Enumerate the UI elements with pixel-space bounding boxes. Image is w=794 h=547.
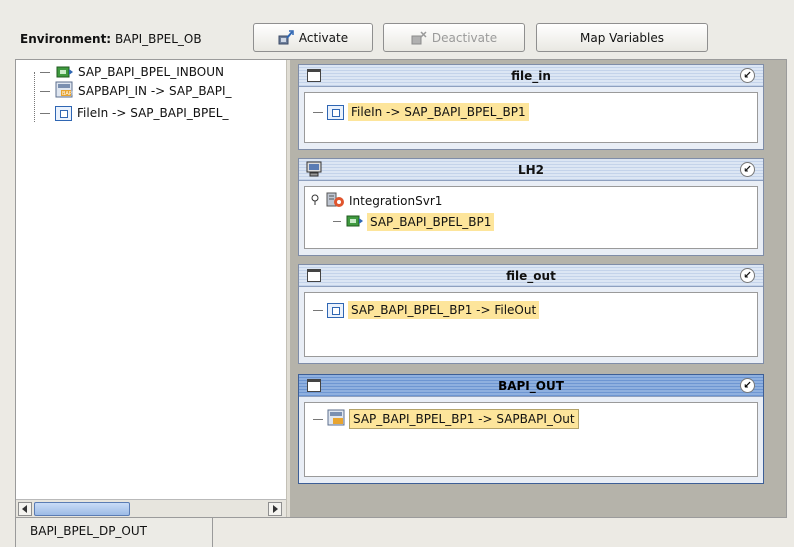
tree-item-label: FileIn -> SAP_BAPI_BPEL_ [77,106,229,120]
panel-title-bar[interactable]: LH2 ↙ [299,159,763,181]
window-icon [307,269,321,282]
deployed-item[interactable]: SAP_BAPI_BPEL_BP1 -> SAPBAPI_Out [313,409,579,429]
scroll-left-arrow-icon[interactable] [18,502,32,516]
deployed-item[interactable]: SAP_BAPI_BPEL_BP1 [333,212,495,231]
panel-body: SAP_BAPI_BPEL_BP1 -> FileOut [304,292,758,357]
panel-file-in[interactable]: file_in ↙ FileIn -> SAP_BAPI_BPEL_BP1 [298,64,764,150]
deactivate-button[interactable]: Deactivate [383,23,525,52]
activate-button[interactable]: Activate [253,23,373,52]
panel-title-bar[interactable]: file_out ↙ [299,265,763,287]
panel-title-bar[interactable]: file_in ↙ [299,65,763,87]
collapse-icon[interactable]: ↙ [740,162,755,177]
collapse-icon[interactable]: ↙ [740,68,755,83]
tree-horizontal-scrollbar[interactable] [16,499,286,517]
tree-item-bpel-inbound[interactable]: SAP_BAPI_BPEL_INBOUN [40,63,224,81]
scroll-right-arrow-icon[interactable] [268,502,282,516]
tab-label: BAPI_BPEL_DP_OUT [30,524,147,538]
server-label: IntegrationSvr1 [349,194,443,208]
panel-title: LH2 [517,163,545,177]
file-connector-icon [327,302,344,318]
file-connector-icon [55,105,72,121]
integration-server-icon [325,191,345,211]
panel-title: BAPI_OUT [498,379,564,393]
panel-title: file_out [506,269,556,283]
panel-body: IntegrationSvr1 SAP_BAPI_BPEL_BP1 [304,186,758,249]
tab-bapi-bpel-dp-out[interactable]: BAPI_BPEL_DP_OUT [15,518,213,547]
environment-caption: Environment: [20,32,112,46]
panel-bapi-out[interactable]: BAPI_OUT ↙ SAP_BAPI_BPEL_BP1 -> SAPBAPI_… [298,374,764,484]
scroll-thumb[interactable] [34,502,130,516]
deactivate-icon [411,30,427,46]
map-variables-label: Map Variables [580,30,664,45]
server-node[interactable]: IntegrationSvr1 [311,191,442,211]
environment-value: BAPI_BPEL_OB [114,32,202,46]
deployed-item-label: SAP_BAPI_BPEL_BP1 -> SAPBAPI_Out [349,409,579,429]
tree-item-label: SAPBAPI_IN -> SAP_BAPI_ [78,84,232,98]
project-tree: SAP_BAPI_BPEL_INBOUN BAPI SAPBAPI_IN -> … [16,60,286,517]
deployed-item-label: SAP_BAPI_BPEL_BP1 -> FileOut [348,301,540,319]
tree-item-sapbapi-in[interactable]: BAPI SAPBAPI_IN -> SAP_BAPI_ [40,81,232,101]
bpel-process-icon [345,212,363,231]
window-icon [307,379,321,392]
activate-label: Activate [298,30,349,45]
panel-body: FileIn -> SAP_BAPI_BPEL_BP1 [304,92,758,143]
panel-title: file_in [511,69,551,83]
environment-label: Environment: BAPI_BPEL_OB [20,32,202,46]
deployment-editor: SAP_BAPI_BPEL_INBOUN BAPI SAPBAPI_IN -> … [15,59,787,518]
window-icon [307,69,321,82]
computer-icon [306,161,322,184]
deployed-item[interactable]: SAP_BAPI_BPEL_BP1 -> FileOut [313,301,540,319]
activate-icon [278,29,294,46]
file-connector-icon [327,104,344,120]
deployed-item[interactable]: FileIn -> SAP_BAPI_BPEL_BP1 [313,103,529,121]
sap-bapi-icon [327,409,345,429]
panel-lh2[interactable]: LH2 ↙ IntegrationSvr1 SAP_BAPI_BPEL_BP1 [298,158,764,256]
collapse-icon[interactable]: ↙ [740,268,755,283]
tree-item-label: SAP_BAPI_BPEL_INBOUN [78,65,224,79]
panel-body: SAP_BAPI_BPEL_BP1 -> SAPBAPI_Out [304,402,758,477]
deactivate-label: Deactivate [431,30,498,45]
sap-bapi-icon: BAPI [55,81,73,101]
map-variables-button[interactable]: Map Variables [536,23,708,52]
deployment-canvas: file_in ↙ FileIn -> SAP_BAPI_BPEL_BP1 LH… [290,60,786,517]
expand-toggle-icon[interactable] [311,194,321,209]
svg-text:BAPI: BAPI [62,91,73,97]
tree-item-filein[interactable]: FileIn -> SAP_BAPI_BPEL_ [40,104,228,122]
deployed-item-label: SAP_BAPI_BPEL_BP1 [367,212,495,231]
panel-title-bar[interactable]: BAPI_OUT ↙ [299,375,763,397]
toolbar: Environment: BAPI_BPEL_OB Activate Deact… [0,0,794,60]
panel-file-out[interactable]: file_out ↙ SAP_BAPI_BPEL_BP1 -> FileOut [298,264,764,364]
deployed-item-label: FileIn -> SAP_BAPI_BPEL_BP1 [348,103,529,121]
collapse-icon[interactable]: ↙ [740,378,755,393]
bpel-process-icon [55,63,73,82]
